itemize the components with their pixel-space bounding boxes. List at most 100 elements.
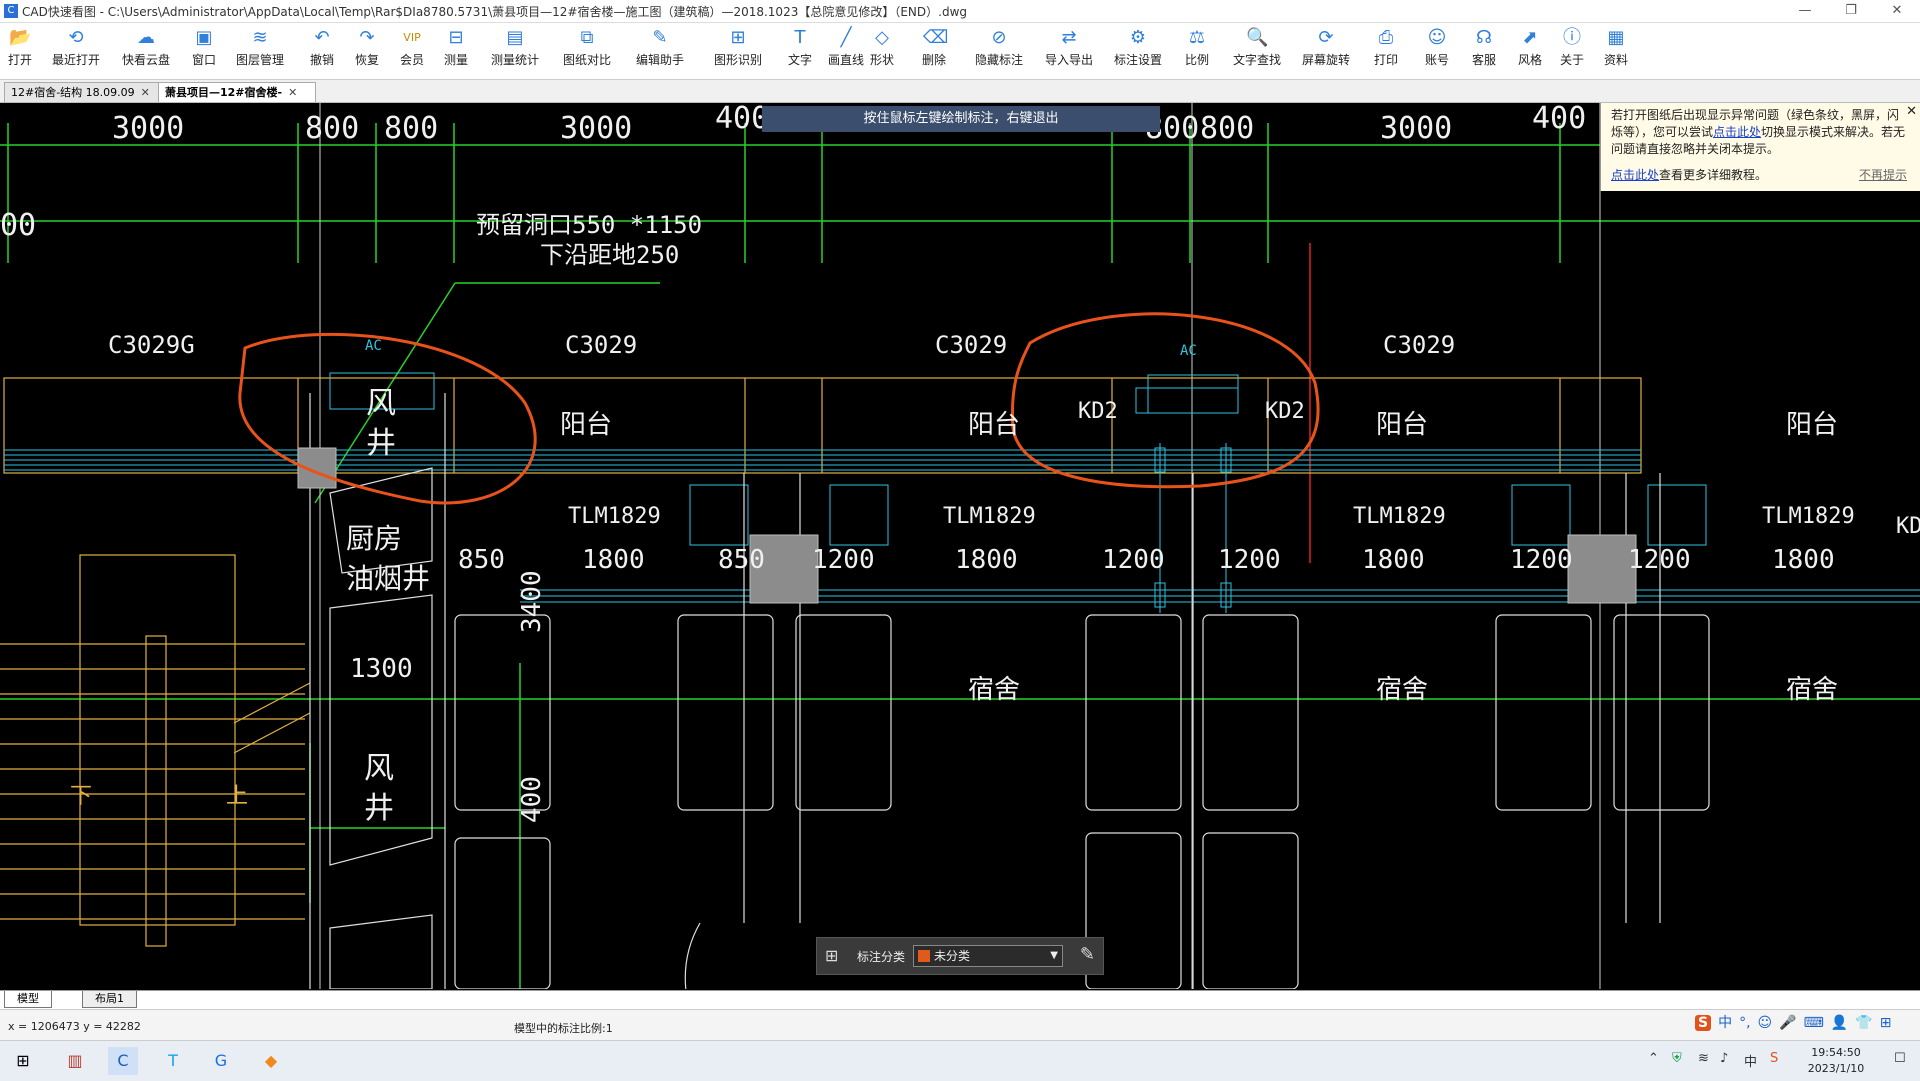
toolbar-undo-button[interactable]: ↶ 撤销 xyxy=(310,27,334,77)
toolbar-redo-button[interactable]: ↷ 恢复 xyxy=(355,27,379,77)
ime-keyboard-icon[interactable]: ⌨ xyxy=(1804,1015,1824,1031)
dim-label: 400 xyxy=(517,776,547,823)
sogou-tray-icon[interactable]: S xyxy=(1770,1051,1778,1066)
toolbar-hide-annotation-button[interactable]: ⊘ 隐藏标注 xyxy=(975,27,1023,77)
grid-icon[interactable]: ⊞ xyxy=(825,946,838,965)
toolbar-print-button[interactable]: ⎙ 打印 xyxy=(1374,27,1398,77)
browser-icon[interactable]: G xyxy=(206,1047,236,1075)
toolbar-layers-button[interactable]: ≋ 图层管理 xyxy=(236,27,284,77)
annotation-category-select[interactable]: 未分类 ▼ xyxy=(913,945,1063,967)
ime-voice-icon[interactable]: 🎤 xyxy=(1779,1015,1796,1031)
toolbar-text-button[interactable]: T 文字 xyxy=(788,27,812,77)
toolbar-label: 比例 xyxy=(1185,53,1210,67)
restore-button[interactable]: ❐ xyxy=(1828,0,1874,22)
winrar-icon[interactable]: ▥ xyxy=(60,1047,90,1075)
dim-label: 1800 xyxy=(1772,545,1835,575)
ime-punct-icon[interactable]: °, xyxy=(1739,1015,1750,1031)
cad-viewer-icon[interactable]: C xyxy=(108,1047,138,1075)
window-tag: C3029G xyxy=(108,331,195,359)
toolbar-shape-button[interactable]: ◇ 形状 xyxy=(870,27,894,77)
toolbar-info-button[interactable]: ⓘ 关于 xyxy=(1560,27,1584,77)
category-color-swatch xyxy=(918,950,930,962)
dim-label: 800 xyxy=(1200,111,1254,146)
toolbar-cloud-button[interactable]: ☁ 快看云盘 xyxy=(122,27,170,77)
toolbar-style-button[interactable]: ⬈ 风格 xyxy=(1518,27,1542,77)
room-label: 宿舍 xyxy=(1786,675,1838,705)
ime-menu-icon[interactable]: ⊞ xyxy=(1880,1015,1892,1031)
edit-icon[interactable]: ✎ xyxy=(1080,944,1095,965)
ime-user-icon[interactable]: 👤 xyxy=(1831,1015,1848,1031)
annotation-note: 预留洞口550 *1150 xyxy=(476,211,702,239)
toolbar-line-button[interactable]: ╱ 画直线 xyxy=(828,27,864,77)
toolbar-label: 编辑助手 xyxy=(636,53,685,67)
close-button[interactable]: ✕ xyxy=(1874,0,1920,22)
ime-skin-icon[interactable]: 👕 xyxy=(1855,1015,1872,1031)
toolbar-account-button[interactable]: ☺ 账号 xyxy=(1425,27,1449,77)
layout-tab-bar: 模型 布局1 xyxy=(0,990,1920,1009)
chevron-up-icon[interactable]: ⌃ xyxy=(1648,1051,1659,1066)
toolbar-label: 测量统计 xyxy=(491,53,540,67)
toolbar-rotate-screen-button[interactable]: ⟳ 屏幕旋转 xyxy=(1302,27,1350,77)
drawing-canvas[interactable]: 3000 800 800 3000 400 3000 800 800 3000 … xyxy=(0,103,1920,989)
close-icon[interactable]: ✕ xyxy=(288,86,297,99)
dont-show-again-link[interactable]: 不再提示 xyxy=(1859,167,1907,184)
toolbar-edit-assistant-button[interactable]: ✎ 编辑助手 xyxy=(636,27,684,77)
toolbar-shape-recognize-button[interactable]: ⊞ 图形识别 xyxy=(714,27,762,77)
tray-ime[interactable]: 中 xyxy=(1744,1051,1757,1070)
ime-emoji-icon[interactable]: ☺ xyxy=(1758,1015,1773,1031)
sogou-ime-icon[interactable]: S xyxy=(1695,1015,1712,1031)
start-icon[interactable]: ⊞ xyxy=(8,1047,38,1075)
compare-icon: ⧉ xyxy=(580,27,594,48)
main-toolbar: 📂 打开 ⟲ 最近打开 ☁ 快看云盘 ▣ 窗口 ≋ 图层管理 ↶ 撤销 ↷ 恢复 VIP 会员 ⊟ 测量 ▤ 测量统计… xyxy=(0,23,1920,80)
toolbar-label: 屏幕旋转 xyxy=(1302,53,1351,67)
tab-model[interactable]: 模型 xyxy=(4,991,52,1008)
tab-architecture-drawing[interactable]: 萧县项目—12#宿舍楼- ✕ xyxy=(158,82,316,102)
window-tag: C3029 xyxy=(565,331,637,359)
toolbar-history-button[interactable]: ⟲ 最近打开 xyxy=(52,27,100,77)
app-icon-orange[interactable]: ◆ xyxy=(256,1047,286,1075)
toolbar-eraser-button[interactable]: ⌫ 删除 xyxy=(922,27,949,77)
toolbar-text-search-button[interactable]: 🔍 文字查找 xyxy=(1233,27,1281,77)
toolbar-compare-button[interactable]: ⧉ 图纸对比 xyxy=(563,27,611,77)
style-icon: ⬈ xyxy=(1522,27,1538,48)
wifi-icon[interactable]: ≋ xyxy=(1698,1051,1709,1066)
toolbar-label: 撤销 xyxy=(310,53,335,67)
notification-icon[interactable]: ☐ xyxy=(1894,1051,1906,1066)
security-icon[interactable]: ⛨ xyxy=(1672,1051,1682,1066)
shape-icon: ◇ xyxy=(875,27,889,48)
close-icon[interactable]: ✕ xyxy=(141,86,150,99)
toolbar-measure-stats-button[interactable]: ▤ 测量统计 xyxy=(491,27,539,77)
toolbar-import-export-button[interactable]: ⇄ 导入导出 xyxy=(1045,27,1093,77)
rotate-screen-icon: ⟳ xyxy=(1318,27,1334,48)
text-app-icon[interactable]: T xyxy=(158,1047,188,1075)
minimize-button[interactable]: — xyxy=(1782,0,1828,22)
eraser-icon: ⌫ xyxy=(923,27,949,48)
system-clock[interactable]: 19:54:50 2023/1/10 xyxy=(1800,1045,1872,1077)
door-tag: TLM1829 xyxy=(1353,504,1446,529)
tutorial-link[interactable]: 点击此处 xyxy=(1611,168,1659,182)
toolbar-vip-button[interactable]: VIP 会员 xyxy=(400,27,424,77)
tab-structure-drawing[interactable]: 12#宿舍-结构 18.09.09 ✕ xyxy=(4,82,166,102)
toolbar-measure-button[interactable]: ⊟ 测量 xyxy=(444,27,468,77)
toolbar-label: 图纸对比 xyxy=(563,53,612,67)
info-icon: ⓘ xyxy=(1563,27,1581,48)
toolbar-label: 窗口 xyxy=(192,53,217,67)
annotation-note: 下沿距地250 xyxy=(540,241,679,269)
cursor-coordinates: x = 1206473 y = 42282 xyxy=(8,1020,141,1033)
toolbar-scale-button[interactable]: ⚖ 比例 xyxy=(1185,27,1209,77)
toolbar-annotation-settings-button[interactable]: ⚙ 标注设置 xyxy=(1114,27,1162,77)
toolbar-docs-button[interactable]: ▦ 资料 xyxy=(1604,27,1628,77)
door-tag: TLM1829 xyxy=(568,504,661,529)
switch-display-mode-link[interactable]: 点击此处 xyxy=(1713,125,1761,139)
ime-mode[interactable]: 中 xyxy=(1718,1015,1732,1031)
stair-label: 下 xyxy=(70,784,92,809)
tab-layout1[interactable]: 布局1 xyxy=(82,991,137,1008)
toolbar-folder-button[interactable]: 📂 打开 xyxy=(8,27,32,77)
close-icon[interactable]: ✕ xyxy=(1906,103,1917,120)
toolbar-label: 快看云盘 xyxy=(122,53,171,67)
notice-text-3: 查看更多详细教程。 xyxy=(1659,168,1768,182)
toolbar-headset-button[interactable]: ☊ 客服 xyxy=(1472,27,1496,77)
toolbar-window-button[interactable]: ▣ 窗口 xyxy=(192,27,216,77)
volume-icon[interactable]: ♪ xyxy=(1720,1051,1728,1066)
measure-icon: ⊟ xyxy=(448,27,464,48)
